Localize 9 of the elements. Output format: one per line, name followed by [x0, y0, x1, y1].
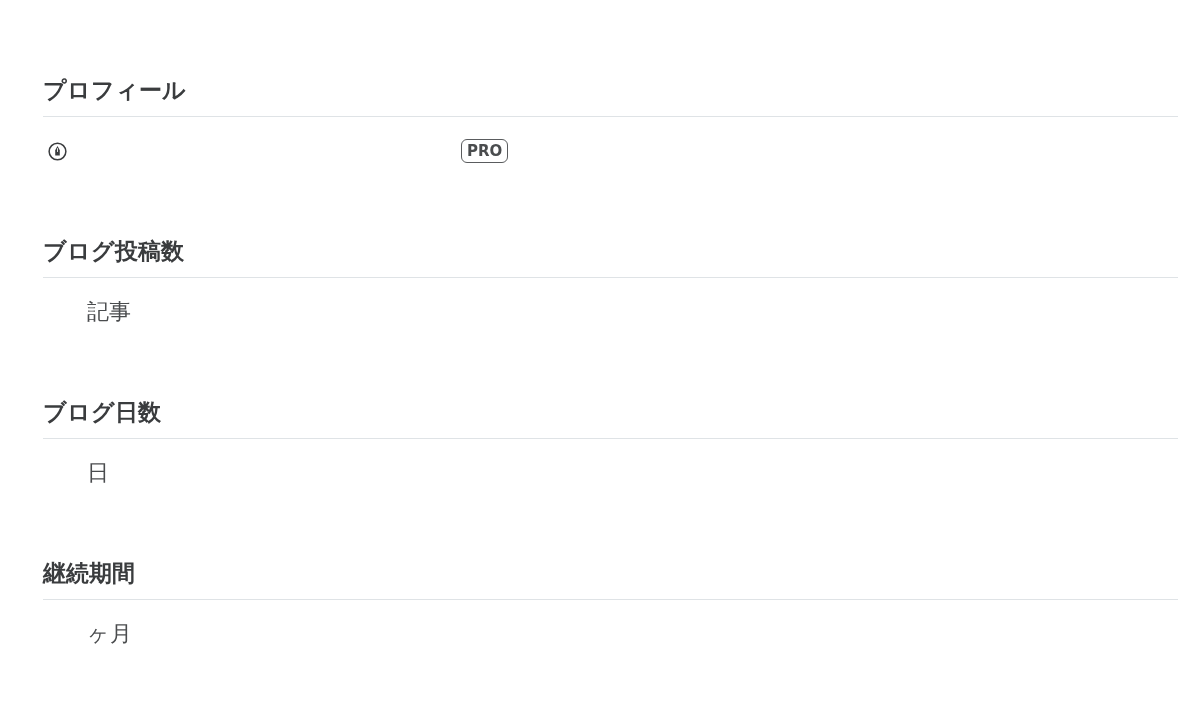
pro-badge: PRO — [461, 139, 509, 163]
stat-unit: 記事 — [87, 298, 131, 326]
stat-unit: ヶ月 — [87, 620, 132, 648]
section-heading: 継続期間 — [43, 559, 135, 588]
section-heading: ブログ投稿数 — [43, 237, 184, 266]
stat-unit: 日 — [87, 459, 109, 487]
pen-nib-icon — [48, 141, 67, 161]
section-heading: ブログ日数 — [43, 398, 161, 427]
section-heading: プロフィール — [43, 76, 186, 105]
